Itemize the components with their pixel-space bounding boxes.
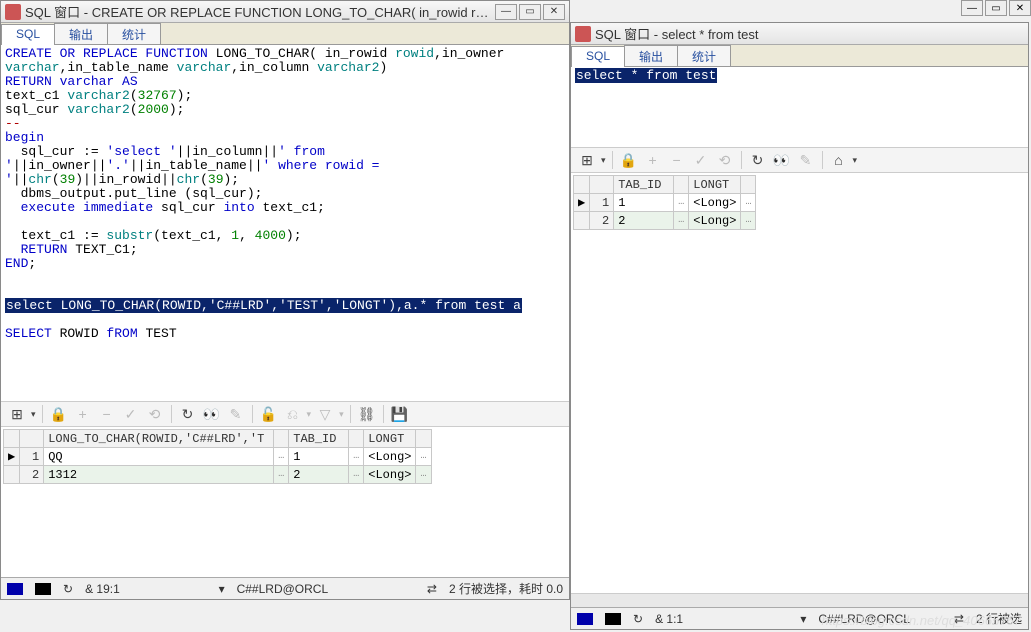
tab-stats[interactable]: 统计: [107, 23, 161, 44]
save-icon[interactable]: 💾: [390, 404, 410, 424]
grid-icon[interactable]: ⊞: [577, 150, 597, 170]
right-title: SQL 窗口 - select * from test: [595, 24, 1024, 43]
right-titlebar: SQL 窗口 - select * from test: [571, 23, 1028, 45]
maximize-button[interactable]: ▭: [519, 4, 541, 20]
plus-icon[interactable]: +: [73, 404, 93, 424]
col-longt[interactable]: LONGT: [364, 430, 416, 448]
col-sep2: [741, 176, 756, 194]
col-rownum: [20, 430, 44, 448]
tree-icon[interactable]: ⎌: [283, 404, 303, 424]
tab-sql[interactable]: SQL: [1, 24, 55, 45]
selected-query: select LONG_TO_CHAR(ROWID,'C##LRD','TEST…: [5, 298, 522, 313]
col-longtochar[interactable]: LONG_TO_CHAR(ROWID,'C##LRD','T: [44, 430, 274, 448]
grid-header-row: TAB_ID LONGT: [574, 176, 756, 194]
conn-dropdown-icon[interactable]: ▾: [219, 582, 225, 596]
binoculars-icon[interactable]: 👀: [202, 404, 222, 424]
tab-sql[interactable]: SQL: [571, 46, 625, 67]
table-row[interactable]: 2 2 … <Long> …: [574, 212, 756, 230]
left-sql-editor[interactable]: CREATE OR REPLACE FUNCTION LONG_TO_CHAR(…: [1, 45, 569, 401]
minimize-button[interactable]: —: [495, 4, 517, 20]
col-longt[interactable]: LONGT: [689, 176, 741, 194]
lock2-icon[interactable]: 🔓: [259, 404, 279, 424]
status-indicator-black: [35, 583, 51, 595]
close-button[interactable]: ✕: [1009, 0, 1031, 16]
left-titlebar: SQL 窗口 - CREATE OR REPLACE FUNCTION LONG…: [1, 1, 569, 23]
edit-icon[interactable]: ✎: [796, 150, 816, 170]
tab-output[interactable]: 输出: [624, 45, 678, 66]
home-icon[interactable]: ⌂: [829, 150, 849, 170]
refresh-icon[interactable]: ↻: [63, 582, 73, 596]
lock-icon[interactable]: 🔒: [49, 404, 69, 424]
tab-output[interactable]: 输出: [54, 23, 108, 44]
left-statusbar: ↻ & 19:1 ▾ C##LRD@ORCL ⇄ 2 行被选择，耗时 0.0: [1, 577, 569, 599]
link-icon[interactable]: ⛓: [357, 404, 377, 424]
status-indicator-black: [605, 613, 621, 625]
right-tabs: SQL 输出 统计: [571, 45, 1028, 67]
edit-icon[interactable]: ✎: [226, 404, 246, 424]
right-grid-toolbar: ⊞▾ 🔒 + − ✓ ⟲ ↻ 👀 ✎ ⌂▾: [571, 147, 1028, 173]
plus-icon[interactable]: +: [643, 150, 663, 170]
check-icon[interactable]: ✓: [121, 404, 141, 424]
lock-icon[interactable]: 🔒: [619, 150, 639, 170]
refresh-icon[interactable]: ↻: [178, 404, 198, 424]
status-pos-label: & 19:1: [85, 582, 120, 596]
col-tabid[interactable]: TAB_ID: [289, 430, 349, 448]
filter-icon[interactable]: ▽: [315, 404, 335, 424]
col-sep3: [416, 430, 431, 448]
col-rowptr: [574, 176, 590, 194]
tab-stats[interactable]: 统计: [677, 45, 731, 66]
undo-icon[interactable]: ⟲: [145, 404, 165, 424]
selected-query: select * from test: [575, 68, 717, 83]
right-sql-editor[interactable]: select * from test: [571, 67, 1028, 147]
horizontal-scrollbar[interactable]: [571, 593, 1028, 607]
col-rownum: [590, 176, 614, 194]
grid-header-row: LONG_TO_CHAR(ROWID,'C##LRD','T TAB_ID LO…: [4, 430, 432, 448]
left-tabs: SQL 输出 统计: [1, 23, 569, 45]
network-icon: ⇄: [427, 582, 437, 596]
col-sep: [674, 176, 689, 194]
minimize-button[interactable]: —: [961, 0, 983, 16]
status-indicator-blue: [577, 613, 593, 625]
conn-dropdown-icon[interactable]: ▾: [800, 612, 806, 626]
left-result-grid: LONG_TO_CHAR(ROWID,'C##LRD','T TAB_ID LO…: [1, 427, 569, 577]
left-sql-window: SQL 窗口 - CREATE OR REPLACE FUNCTION LONG…: [0, 0, 570, 600]
col-sep: [274, 430, 289, 448]
status-pos-label: & 1:1: [655, 612, 683, 626]
left-title: SQL 窗口 - CREATE OR REPLACE FUNCTION LONG…: [25, 2, 495, 21]
table-row[interactable]: 2 1312 … 2 … <Long> …: [4, 466, 432, 484]
close-button[interactable]: ✕: [543, 4, 565, 20]
table-row[interactable]: ▶ 1 QQ … 1 … <Long> …: [4, 448, 432, 466]
check-icon[interactable]: ✓: [691, 150, 711, 170]
undo-icon[interactable]: ⟲: [715, 150, 735, 170]
col-sep2: [349, 430, 364, 448]
right-sql-window: SQL 窗口 - select * from test SQL 输出 统计 se…: [570, 22, 1029, 630]
col-tabid[interactable]: TAB_ID: [614, 176, 674, 194]
watermark: https://blog.csdn.net/qq_40665767: [822, 613, 1022, 628]
window-buttons: — ▭ ✕: [495, 4, 565, 20]
right-result-grid: TAB_ID LONGT ▶ 1 1 … <Long> … 2 2: [571, 173, 1028, 593]
refresh-icon[interactable]: ↻: [633, 612, 643, 626]
refresh-icon[interactable]: ↻: [748, 150, 768, 170]
binoculars-icon[interactable]: 👀: [772, 150, 792, 170]
table-row[interactable]: ▶ 1 1 … <Long> …: [574, 194, 756, 212]
window-icon: [5, 4, 21, 20]
status-message: 2 行被选择，耗时 0.0: [449, 580, 563, 597]
window-icon: [575, 26, 591, 42]
outer-window-buttons: — ▭ ✕: [961, 0, 1031, 16]
status-indicator-blue: [7, 583, 23, 595]
grid-icon[interactable]: ⊞: [7, 404, 27, 424]
connection-label: C##LRD@ORCL: [237, 582, 329, 596]
left-grid-toolbar: ⊞▾ 🔒 + − ✓ ⟲ ↻ 👀 ✎ 🔓 ⎌▾ ▽▾ ⛓ 💾: [1, 401, 569, 427]
col-rowptr: [4, 430, 20, 448]
maximize-button[interactable]: ▭: [985, 0, 1007, 16]
minus-icon[interactable]: −: [667, 150, 687, 170]
minus-icon[interactable]: −: [97, 404, 117, 424]
